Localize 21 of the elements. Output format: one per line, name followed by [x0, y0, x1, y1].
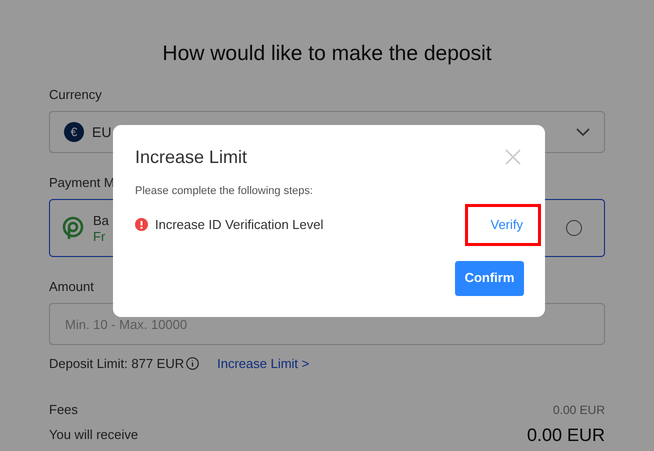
- summary-value: 0.00 EUR: [552, 402, 605, 419]
- method-note: Fr: [93, 228, 106, 244]
- radio-button[interactable]: [566, 220, 582, 236]
- field-label: Currency: [49, 87, 102, 103]
- page-title: How would like to make the deposit: [162, 41, 492, 67]
- currency-value: EU: [92, 122, 112, 142]
- confirm-button[interactable]: Confirm: [455, 260, 524, 296]
- info-icon: [186, 357, 200, 370]
- chevron-down-icon: [576, 128, 590, 136]
- payment-logo-icon: [60, 215, 86, 241]
- instructions-text: Please complete the following steps:: [135, 184, 313, 199]
- summary-label: Fees: [49, 401, 78, 420]
- deposit-limit-text: Deposit Limit: 877 EUR: [49, 355, 184, 373]
- summary-value: 0.00 EUR: [526, 424, 605, 446]
- verify-link[interactable]: Verify: [490, 214, 523, 234]
- currency-symbol: €: [64, 122, 84, 142]
- increase-limit-link[interactable]: Increase Limit >: [217, 354, 310, 374]
- method-name: Ba: [93, 212, 109, 228]
- summary-label: You will receive: [49, 426, 138, 444]
- step-label: Increase ID Verification Level: [155, 216, 324, 234]
- field-label: Amount: [49, 279, 94, 295]
